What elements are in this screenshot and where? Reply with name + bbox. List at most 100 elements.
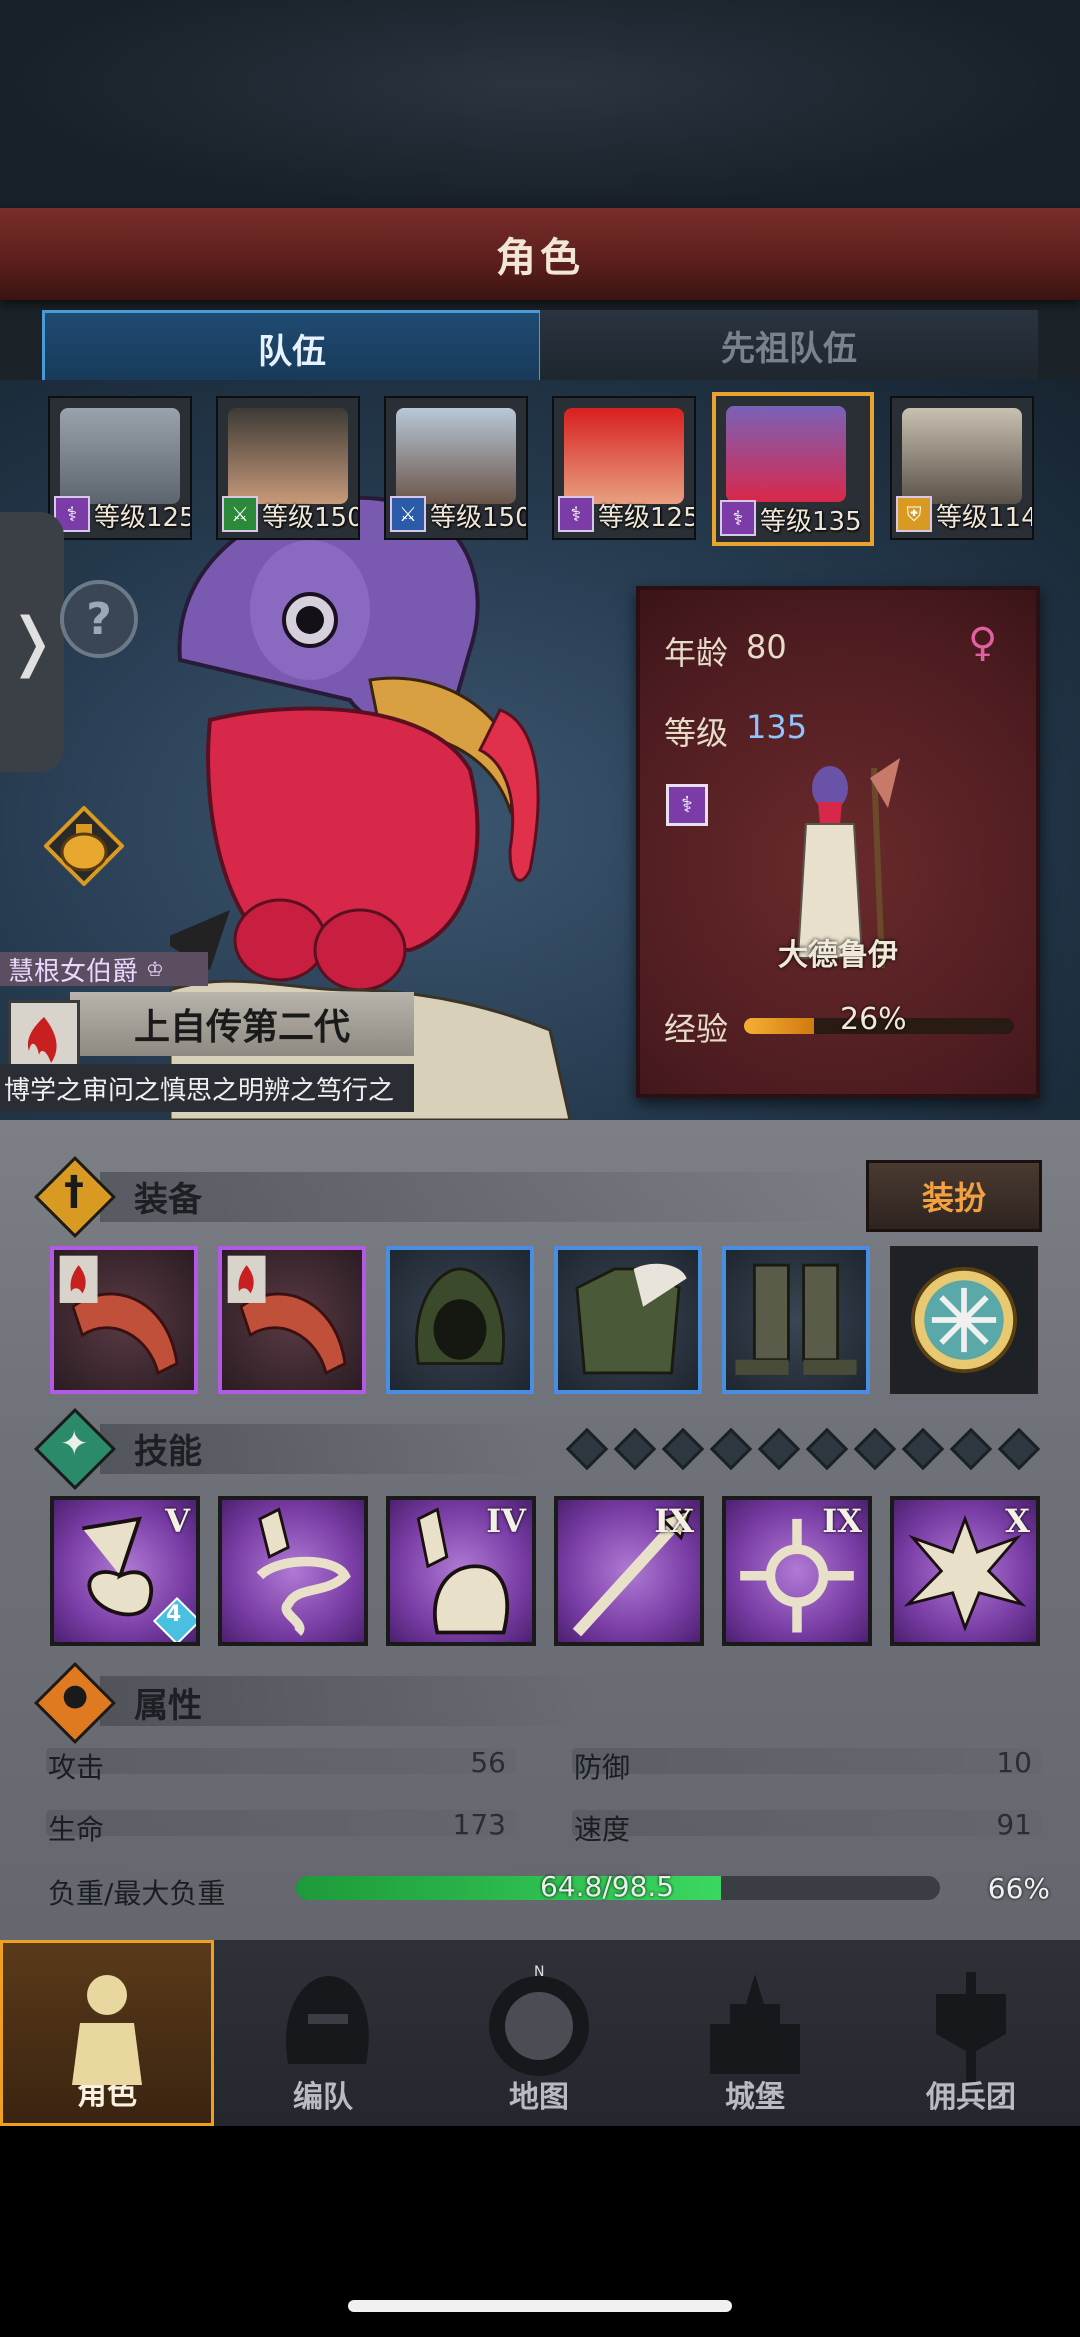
skill-slot-5[interactable]: IX [722,1496,872,1646]
tab-ancestor-label: 先祖队伍 [721,328,857,369]
weight-label: 负重/最大负重 [48,1877,226,1910]
title-tag-text: 慧根女伯爵 [8,956,139,987]
skill-rank: IX [822,1502,862,1540]
svg-text:N: N [534,1964,544,1980]
exp-label: 经验 [664,1010,729,1048]
shield-icon: ⛨ [896,496,932,532]
banner-icon [936,1972,1006,2082]
hp-value: 173 [452,1808,506,1841]
equipment-slot-weapon-2[interactable] [218,1246,366,1394]
roster-hero-4[interactable]: ⚕ 等级125 [552,396,696,540]
attack-value: 56 [470,1746,506,1779]
hp-label: 生命 [48,1813,105,1846]
weight-percent: 66% [987,1872,1050,1905]
tab-team[interactable]: 队伍 [42,310,542,383]
equipment-slot-weapon-1[interactable] [50,1246,198,1394]
sword-icon: ⚔ [390,496,426,532]
help-button[interactable]: ? [60,580,138,658]
hero-portrait [726,406,846,502]
hero-portrait [902,408,1022,504]
exp-percent: 26% [840,1002,907,1037]
skill-slot-4[interactable]: IX [554,1496,704,1646]
staff-icon: ⚕ [720,500,756,536]
age-value: 80 [746,628,787,666]
nav-castle[interactable]: 城堡 [648,1940,862,2126]
skills-title: 技能 [134,1432,202,1472]
home-indicator[interactable] [348,2300,732,2312]
skill-slot-1[interactable]: V 4 [50,1496,200,1646]
hero-level: 等级150 [262,503,360,533]
hero-portrait [564,408,684,504]
dagger-icon: † [64,1168,84,1214]
level-value: 135 [746,708,808,746]
staff-icon: ⚕ [558,496,594,532]
skill-rank: V [165,1502,190,1540]
roster-hero-2[interactable]: ⚔ 等级150 [216,396,360,540]
hero-level: 等级135 [760,507,862,537]
skill-badge-count: 4 [166,1602,182,1627]
hero-portrait [396,408,516,504]
speed-value: 91 [996,1808,1032,1841]
hero-portrait [60,408,180,504]
skill-slot-3[interactable]: IV [386,1496,536,1646]
person-icon: ● [62,1678,89,1713]
equipment-slot-boots[interactable] [722,1246,870,1394]
equipment-slot-accessory[interactable] [890,1246,1038,1394]
costume-button[interactable]: 装扮 [866,1160,1042,1232]
equipment-title: 装备 [134,1180,202,1220]
roster-hero-6[interactable]: ⛨ 等级114 [890,396,1034,540]
attack-label: 攻击 [48,1751,105,1784]
attributes-title: 属性 [134,1686,202,1726]
chevron-right-icon: ❭ [5,605,59,679]
page-title: 角色 [496,235,584,281]
character-name-plate[interactable]: 上自传第二代 [70,992,414,1056]
hero-level: 等级114 [936,503,1034,533]
character-info-card: 年龄 80 ♀ 等级 135 ⚕ 大德鲁伊 经验 26% [636,586,1040,1098]
skill-rank: IX [654,1502,694,1540]
speed-label: 速度 [574,1813,631,1846]
knight-icon [72,1975,142,2085]
equipment-slot-armor[interactable] [554,1246,702,1394]
tab-team-label: 队伍 [258,331,326,372]
age-label: 年龄 [664,634,729,672]
class-name: 大德鲁伊 [778,938,898,973]
sword-icon: ⚔ [222,496,258,532]
class-staff-icon: ⚕ [666,784,708,826]
character-name: 上自传第二代 [133,1007,350,1048]
sparkle-icon: ✦ [60,1424,89,1464]
equipment-slot-helmet[interactable] [386,1246,534,1394]
female-icon: ♀ [968,620,998,666]
castle-icon [710,1974,800,2074]
hero-level: 等级125 [598,503,696,533]
side-drawer-handle[interactable]: ❭ [0,512,64,772]
nav-character[interactable]: 角色 [0,1940,214,2126]
potion-icon[interactable] [44,806,124,886]
skill-rank: X [1005,1502,1030,1540]
hero-portrait [228,408,348,504]
hero-level: 等级125 [94,503,192,533]
title-banner: 角色 [0,208,1080,300]
defense-label: 防御 [574,1751,631,1784]
title-tag: 慧根女伯爵 ♔ [0,952,208,987]
nav-map[interactable]: N 地图 [432,1940,646,2126]
weight-text: 64.8/98.5 [540,1870,675,1903]
character-motto: 博学之审问之慎思之明辨之笃行之 [0,1064,414,1112]
crown-icon: ♔ [146,957,164,981]
roster-hero-3[interactable]: ⚔ 等级150 [384,396,528,540]
nav-formation[interactable]: 编队 [216,1940,430,2126]
question-icon: ? [86,593,112,645]
helmet-icon [286,1976,369,2064]
nav-mercenaries[interactable]: 佣兵团 [864,1940,1078,2126]
defense-value: 10 [996,1746,1032,1779]
tab-ancestor-team[interactable]: 先祖队伍 [540,310,1038,383]
equipment-strip [100,1172,860,1222]
skill-slot-6[interactable]: X [890,1496,1040,1646]
hero-level: 等级150 [430,503,528,533]
skill-slot-2[interactable] [218,1496,368,1646]
exp-progress-fill [744,1018,815,1034]
roster-hero-5-selected[interactable]: ⚕ 等级135 [712,392,874,546]
motto-text: 博学之审问之慎思之明辨之笃行之 [4,1075,395,1106]
top-background [0,0,1080,210]
costume-button-label: 装扮 [921,1179,986,1217]
roster-hero-1[interactable]: ⚕ 等级125 [48,396,192,540]
